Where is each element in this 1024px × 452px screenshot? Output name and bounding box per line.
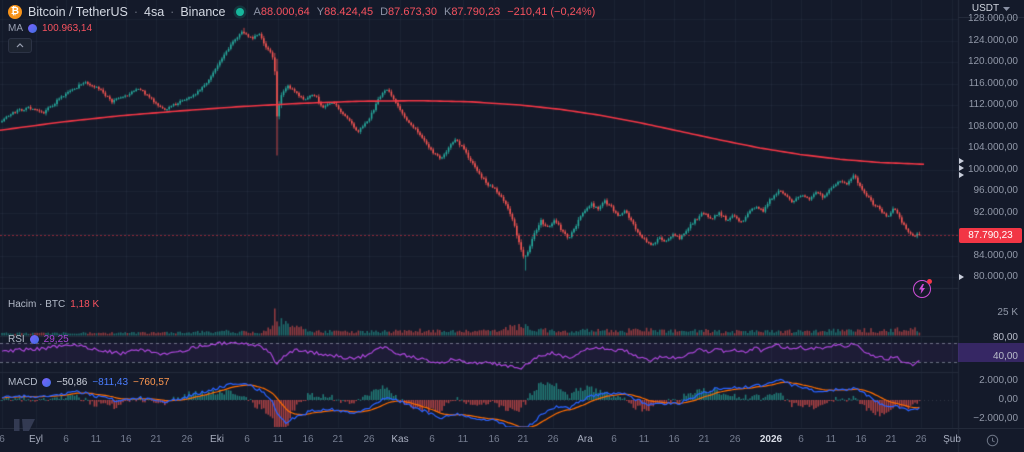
price-tick: 100.000,00 — [968, 165, 1018, 175]
tradingview-logo — [14, 414, 44, 432]
market-status-icon[interactable] — [236, 8, 244, 16]
time-tick: 26 — [181, 435, 192, 445]
change-value: −210,41 (−0,24%) — [507, 6, 595, 18]
chevron-up-icon — [16, 43, 24, 48]
time-tick: 11 — [639, 435, 649, 445]
ma-label: MA — [8, 23, 23, 34]
price-marker-arrow-icon — [959, 158, 964, 164]
volume-label: Hacim · BTC — [8, 299, 65, 310]
price-tick: 128.000,00 — [968, 14, 1018, 24]
time-tick: Eyl — [29, 435, 43, 445]
price-tick: 108.000,00 — [968, 122, 1018, 132]
time-tick: Ara — [577, 435, 593, 445]
price-tick: 116.000,00 — [969, 79, 1018, 89]
macd-line-value: −811,43 — [92, 377, 128, 388]
time-tick: Eki — [210, 435, 224, 445]
macd-legend[interactable]: MACD −50,86 −811,43 −760,57 — [8, 377, 169, 388]
time-tick: 21 — [885, 435, 896, 445]
price-tick: 96.000,00 — [974, 186, 1019, 196]
price-tick: 92.000,00 — [974, 208, 1019, 218]
time-axis[interactable]: 6 Eyl 6 11 16 21 26 Eki 6 11 16 21 26 Kas 6 11 16 21 26 Ara… — [0, 428, 958, 452]
ma-value: 100.963,14 — [42, 23, 92, 34]
collapse-legend-button[interactable] — [8, 38, 32, 53]
price-tick: 84.000,00 — [974, 251, 1019, 261]
separator-dot: · — [170, 5, 174, 19]
time-tick: 2026 — [760, 435, 782, 445]
time-tick: 11 — [273, 435, 283, 445]
separator-dot: · — [134, 5, 138, 19]
rsi-tick: 40,00 — [993, 352, 1018, 362]
price-marker-arrow-icon — [959, 172, 964, 178]
close-value: 87.790,23 — [451, 6, 500, 18]
macd-hist-value: −50,86 — [56, 377, 87, 388]
price-tick: 124.000,00 — [968, 36, 1018, 46]
macd-signal-value: −760,57 — [133, 377, 169, 388]
time-tick: 6 — [244, 435, 250, 445]
tradingview-chart-window: ₿ Bitcoin / TetherUS · 4sa · Binance A88… — [0, 0, 1024, 452]
symbol-name[interactable]: Bitcoin / TetherUS — [28, 5, 128, 19]
volume-legend[interactable]: Hacim · BTC 1,18 K — [8, 299, 99, 310]
volume-value: 1,18 K — [70, 299, 99, 310]
time-tick: 16 — [668, 435, 679, 445]
macd-label: MACD — [8, 377, 37, 388]
volume-tick: 25 K — [997, 308, 1018, 318]
time-tick: 16 — [488, 435, 499, 445]
time-tick: 21 — [332, 435, 343, 445]
low-label: D — [380, 6, 388, 18]
time-tick: 21 — [150, 435, 161, 445]
time-tick: 21 — [517, 435, 528, 445]
last-price-label: 87.790,23 — [959, 228, 1022, 243]
macd-tick: 2.000,00 — [979, 376, 1018, 386]
rsi-label: RSI — [8, 334, 25, 345]
time-tick: 16 — [302, 435, 313, 445]
time-tick: 6 — [0, 435, 5, 445]
chevron-down-icon — [1003, 7, 1010, 11]
price-marker-arrow-icon — [959, 274, 964, 280]
time-tick: 6 — [429, 435, 435, 445]
bitcoin-logo-icon: ₿ — [8, 5, 22, 19]
symbol-legend: ₿ Bitcoin / TetherUS · 4sa · Binance A88… — [8, 5, 595, 19]
exchange-label: Binance — [180, 5, 225, 19]
time-tick: Kas — [391, 435, 408, 445]
interval-label[interactable]: 4sa — [144, 5, 164, 19]
time-tick: 11 — [458, 435, 468, 445]
notification-dot — [927, 279, 932, 284]
price-tick: 120.000,00 — [968, 57, 1018, 67]
price-tick: 112.000,00 — [969, 100, 1018, 110]
ma-legend[interactable]: MA 100.963,14 — [8, 23, 92, 34]
time-tick: 11 — [91, 435, 101, 445]
price-tick: 80.000,00 — [974, 272, 1019, 282]
time-tick: 26 — [729, 435, 740, 445]
time-tick: 6 — [611, 435, 617, 445]
low-value: 87.673,30 — [388, 6, 437, 18]
time-tick: 16 — [855, 435, 866, 445]
macd-tick: 0,00 — [999, 395, 1018, 405]
ma-indicator-icon — [28, 24, 37, 33]
time-axis-corner — [958, 428, 1024, 452]
price-tick: 104.000,00 — [968, 143, 1018, 153]
open-label: A — [254, 6, 261, 18]
alert-icon[interactable] — [913, 280, 931, 298]
rsi-legend[interactable]: RSI 29,25 — [8, 334, 69, 345]
lightning-icon — [918, 284, 926, 294]
price-marker-arrow-icon — [959, 165, 964, 171]
time-tick: 26 — [363, 435, 374, 445]
open-value: 88.000,64 — [261, 6, 310, 18]
macd-indicator-icon — [42, 378, 51, 387]
time-tick: 6 — [63, 435, 69, 445]
time-tick: 26 — [547, 435, 558, 445]
rsi-indicator-icon — [30, 335, 39, 344]
clock-icon[interactable] — [986, 434, 999, 447]
time-tick: 11 — [826, 435, 836, 445]
rsi-value: 29,25 — [44, 334, 69, 345]
macd-tick: −2.000,00 — [973, 414, 1018, 424]
price-axis[interactable]: USDT 128.000,00124.000,00120.000,00116.0… — [958, 0, 1024, 428]
time-tick: 26 — [915, 435, 926, 445]
ohlc-values: A88.000,64 Y88.424,45 D87.673,30 K87.790… — [254, 6, 596, 18]
rsi-tick: 80,00 — [993, 333, 1018, 343]
time-tick: 21 — [698, 435, 709, 445]
time-tick: 16 — [120, 435, 131, 445]
time-tick: 6 — [798, 435, 804, 445]
high-value: 88.424,45 — [324, 6, 373, 18]
